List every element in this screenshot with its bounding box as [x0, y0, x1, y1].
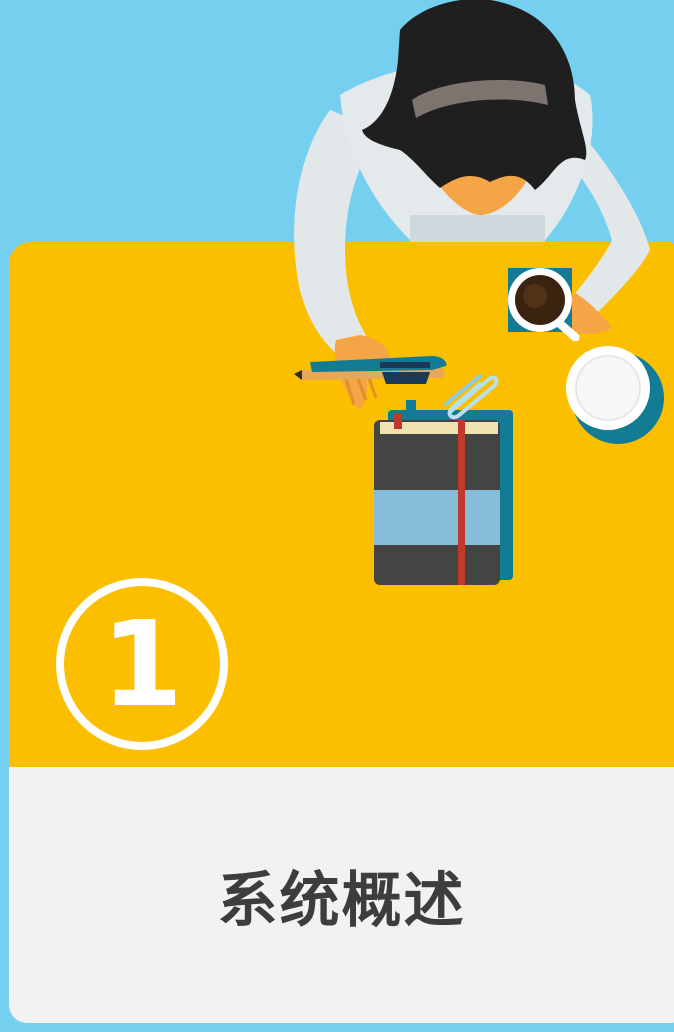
step-number: 1 [100, 595, 184, 733]
section-title: 系统概述 [217, 865, 466, 936]
saucer-icon [566, 346, 664, 444]
notebook-icon [374, 400, 513, 585]
coffee-cup-icon [508, 268, 580, 342]
